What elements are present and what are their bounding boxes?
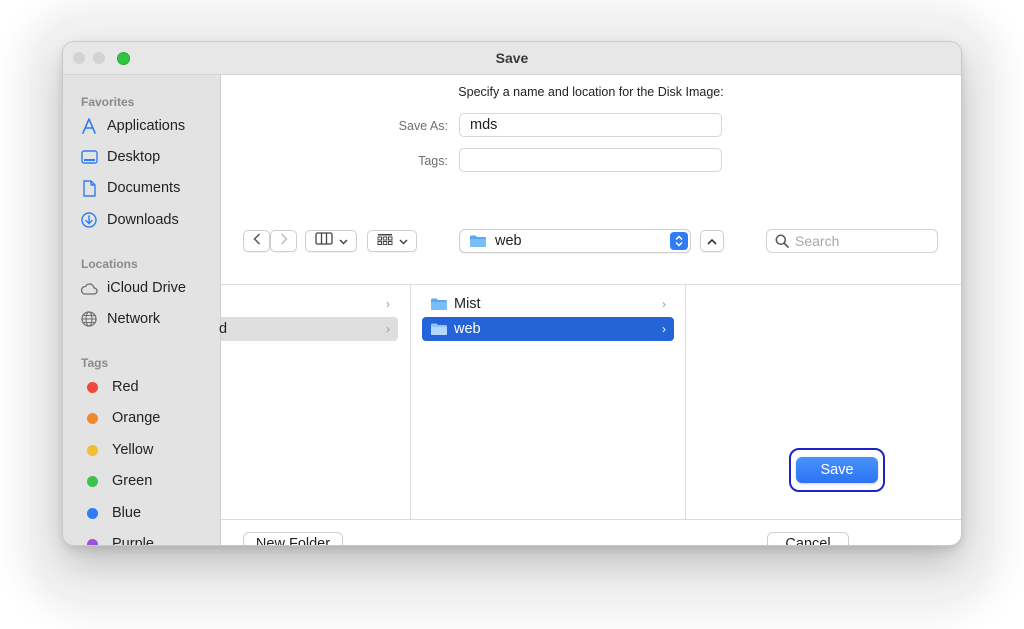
folder-icon bbox=[430, 322, 448, 336]
save-as-field[interactable]: mds bbox=[459, 113, 722, 137]
popup-stepper-icon bbox=[670, 232, 688, 250]
favorites-heading: Favorites bbox=[81, 95, 135, 109]
sidebar: Favorites Applications Desktop Documents… bbox=[63, 75, 221, 545]
folder-icon bbox=[469, 234, 487, 248]
sidebar-item-applications[interactable]: Applications bbox=[79, 115, 185, 137]
column-divider bbox=[410, 285, 411, 519]
forward-button[interactable] bbox=[270, 230, 297, 252]
search-field[interactable]: Search bbox=[766, 229, 938, 253]
sidebar-item-label: Orange bbox=[112, 410, 161, 426]
tag-dot-icon bbox=[87, 412, 98, 424]
sidebar-tag-yellow[interactable]: Yellow bbox=[79, 439, 153, 461]
tag-dot-icon bbox=[87, 538, 98, 545]
sidebar-tag-purple[interactable]: Purple bbox=[79, 533, 154, 545]
list-item[interactable]: d › bbox=[219, 317, 398, 341]
save-as-label: Save As: bbox=[398, 119, 448, 133]
save-button[interactable]: Save bbox=[796, 457, 878, 483]
window-title: Save bbox=[495, 50, 529, 66]
cloud-icon bbox=[79, 278, 99, 298]
list-item[interactable]: Mist › bbox=[422, 292, 674, 316]
sidebar-item-documents[interactable]: Documents bbox=[79, 177, 180, 199]
folder-icon bbox=[430, 297, 448, 311]
tags-label: Tags: bbox=[418, 154, 448, 168]
dialog-prompt: Specify a name and location for the Disk… bbox=[458, 85, 724, 99]
location-popup[interactable]: web bbox=[459, 229, 691, 253]
sidebar-item-label: iCloud Drive bbox=[107, 280, 186, 296]
chevron-right-icon: › bbox=[662, 322, 666, 336]
expand-collapse-button[interactable] bbox=[700, 230, 724, 252]
list-item-label: web bbox=[454, 321, 481, 337]
columns-view-icon bbox=[314, 232, 333, 250]
sidebar-item-label: Desktop bbox=[107, 149, 161, 165]
sidebar-tag-blue[interactable]: Blue bbox=[79, 502, 141, 524]
column-divider bbox=[685, 285, 686, 519]
group-by-button[interactable] bbox=[367, 230, 417, 252]
tags-heading: Tags bbox=[81, 356, 109, 370]
sidebar-tag-orange[interactable]: Orange bbox=[79, 407, 160, 429]
search-placeholder: Search bbox=[795, 233, 840, 249]
sidebar-item-label: Green bbox=[112, 473, 153, 489]
title-bar: Save bbox=[63, 42, 961, 75]
sidebar-item-icloud-drive[interactable]: iCloud Drive bbox=[79, 277, 186, 299]
list-item-label: Mist bbox=[454, 296, 481, 312]
tag-dot-icon bbox=[87, 475, 98, 487]
sidebar-item-label: Red bbox=[112, 379, 139, 395]
sidebar-item-label: Downloads bbox=[107, 212, 179, 228]
sidebar-tag-red[interactable]: Red bbox=[79, 376, 139, 398]
chevron-left-icon bbox=[252, 232, 261, 250]
chevron-right-icon: › bbox=[386, 297, 390, 311]
chevron-right-icon: › bbox=[662, 297, 666, 311]
sidebar-item-label: Blue bbox=[112, 505, 142, 521]
sidebar-item-label: Network bbox=[107, 311, 161, 327]
list-item[interactable]: › bbox=[221, 292, 398, 316]
grid-view-icon bbox=[377, 232, 393, 250]
sidebar-item-label: Documents bbox=[107, 180, 181, 196]
view-mode-columns-button[interactable] bbox=[305, 230, 357, 252]
tags-field[interactable] bbox=[459, 148, 722, 172]
document-icon bbox=[79, 178, 99, 198]
sidebar-item-label: Yellow bbox=[112, 442, 154, 458]
sidebar-item-downloads[interactable]: Downloads bbox=[79, 209, 179, 231]
sidebar-item-label: Purple bbox=[112, 536, 154, 545]
back-button[interactable] bbox=[243, 230, 270, 252]
chevron-up-icon bbox=[707, 232, 717, 250]
chevron-right-icon bbox=[280, 232, 288, 250]
chevron-right-icon: › bbox=[386, 322, 390, 336]
sidebar-item-desktop[interactable]: Desktop bbox=[79, 146, 160, 168]
list-item-label: d bbox=[219, 321, 228, 337]
desktop-icon bbox=[79, 147, 99, 167]
chevron-down-icon bbox=[398, 232, 408, 250]
chevron-down-icon bbox=[338, 232, 348, 250]
location-label: web bbox=[495, 233, 522, 249]
tag-dot-icon bbox=[87, 444, 98, 456]
sidebar-tag-green[interactable]: Green bbox=[79, 470, 152, 492]
search-icon bbox=[775, 234, 789, 248]
new-folder-button[interactable]: New Folder bbox=[243, 532, 343, 545]
downloads-icon bbox=[79, 210, 99, 230]
locations-heading: Locations bbox=[81, 257, 138, 271]
tag-dot-icon bbox=[87, 507, 98, 519]
list-item[interactable]: web › bbox=[422, 317, 674, 341]
cancel-button[interactable]: Cancel bbox=[767, 532, 849, 545]
sidebar-item-label: Applications bbox=[107, 118, 186, 134]
globe-icon bbox=[79, 309, 99, 329]
sidebar-item-network[interactable]: Network bbox=[79, 308, 160, 330]
applications-icon bbox=[79, 116, 99, 136]
tag-dot-icon bbox=[87, 381, 98, 393]
